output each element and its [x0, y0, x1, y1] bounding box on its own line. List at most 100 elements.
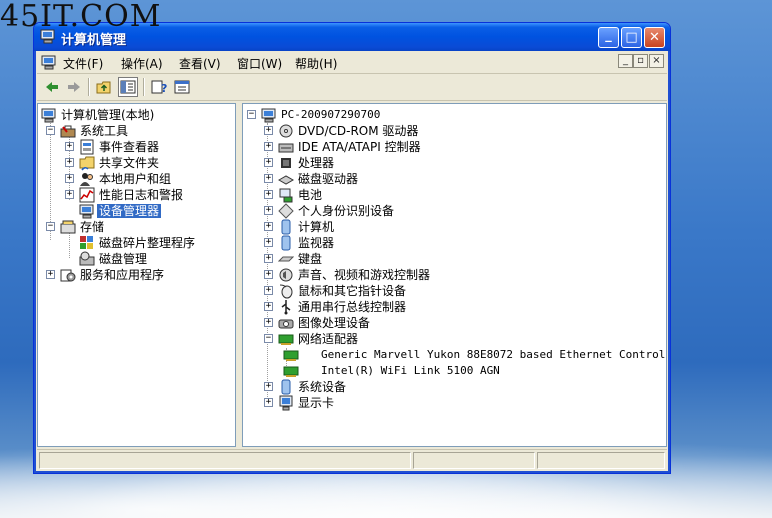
close-button[interactable]: ✕: [644, 27, 665, 48]
expand-toggle[interactable]: +: [65, 142, 74, 151]
tree-label: 显示卡: [298, 396, 335, 410]
tree-label: 计算机: [298, 220, 335, 234]
tree-label: 网络适配器: [298, 332, 359, 346]
computer-management-window: 计算机管理 _ □ ✕ 文件(F) 操作(A) 查看(V) 窗口(W) 帮助(H…: [33, 22, 671, 474]
tree-label: 服务和应用程序: [80, 268, 165, 282]
up-folder-icon[interactable]: [95, 78, 113, 96]
sound-icon: [279, 268, 293, 282]
tree-label: 电池: [298, 188, 323, 202]
computer-category-icon: [281, 219, 291, 235]
display-adapter-icon: [279, 395, 293, 411]
menu-window[interactable]: 窗口(W): [237, 55, 282, 72]
system-devices-icon: [281, 379, 291, 395]
tree-label: 存储: [80, 220, 105, 234]
tree-line: [69, 232, 70, 258]
collapse-toggle[interactable]: −: [46, 126, 55, 135]
menu-bar: 文件(F) 操作(A) 查看(V) 窗口(W) 帮助(H) _ ▫ ×: [37, 51, 667, 74]
network-card-icon: [283, 350, 299, 361]
expand-toggle[interactable]: +: [264, 126, 273, 135]
tree-label: 计算机管理(本地): [61, 108, 155, 122]
menu-view[interactable]: 查看(V): [179, 55, 221, 72]
toolbar-separator: [88, 78, 90, 96]
maximize-button[interactable]: □: [621, 27, 642, 48]
expand-toggle[interactable]: +: [264, 190, 273, 199]
expand-toggle[interactable]: +: [264, 158, 273, 167]
status-cell: [413, 452, 535, 469]
defrag-icon: [80, 236, 93, 249]
keyboard-icon: [278, 256, 294, 262]
imaging-device-icon: [278, 319, 294, 329]
svg-text:?: ?: [161, 82, 167, 95]
shared-folder-icon: [79, 156, 95, 171]
tree-label: 键盘: [298, 252, 323, 266]
minimize-icon: _: [605, 28, 612, 43]
performance-icon: [79, 187, 95, 203]
tree-label: 事件查看器: [99, 140, 160, 154]
status-cell: [39, 452, 411, 469]
tree-label: 系统工具: [80, 124, 129, 138]
ide-controller-icon: [278, 143, 294, 153]
expand-toggle[interactable]: +: [264, 254, 273, 263]
users-icon: [80, 173, 93, 186]
tree-label: IDE ATA/ATAPI 控制器: [298, 140, 421, 154]
watermark: 45IT.COM: [0, 0, 162, 34]
event-viewer-icon: [80, 139, 94, 155]
tree-label: 共享文件夹: [99, 156, 160, 170]
tree-label: 声音、视频和游戏控制器: [298, 268, 431, 282]
device-tree-pane[interactable]: − PC-200907290700 + DVD/CD-ROM 驱动器 + IDE AT…: [242, 103, 667, 447]
battery-icon: [279, 188, 293, 203]
toolbar-separator: [143, 78, 145, 96]
expand-toggle[interactable]: +: [65, 158, 74, 167]
expand-toggle[interactable]: +: [65, 174, 74, 183]
expand-toggle[interactable]: +: [264, 398, 273, 407]
menu-help[interactable]: 帮助(H): [295, 55, 337, 72]
expand-toggle[interactable]: +: [264, 270, 273, 279]
forward-icon[interactable]: [65, 78, 83, 96]
console-tree-pane[interactable]: 计算机管理(本地) − 系统工具 + 事件查看器 + 共享文件夹 + 本地用户和…: [37, 103, 236, 447]
minimize-button[interactable]: _: [598, 27, 619, 48]
status-bar: [37, 449, 667, 470]
collapse-toggle[interactable]: −: [247, 110, 256, 119]
usb-icon: [281, 300, 291, 315]
dvd-drive-icon: [279, 124, 293, 138]
console-icon: [41, 55, 56, 70]
identity-device-icon: [278, 203, 294, 219]
child-minimize-button[interactable]: _: [618, 54, 633, 68]
maximize-icon: □: [625, 30, 638, 45]
tree-label: 本地用户和组: [99, 172, 172, 186]
disk-management-icon: [79, 251, 95, 266]
computer-icon: [41, 108, 56, 123]
menu-action[interactable]: 操作(A): [121, 55, 163, 72]
tree-label: 鼠标和其它指针设备: [298, 284, 407, 298]
tree-label: 系统设备: [298, 380, 347, 394]
back-icon[interactable]: [43, 78, 61, 96]
collapse-toggle[interactable]: −: [264, 334, 273, 343]
expand-toggle[interactable]: +: [264, 142, 273, 151]
tree-label: 磁盘驱动器: [298, 172, 359, 186]
expand-toggle[interactable]: +: [264, 206, 273, 215]
child-restore-button[interactable]: ▫: [633, 54, 648, 68]
tree-label: 监视器: [298, 236, 335, 250]
tree-label: 处理器: [298, 156, 335, 170]
show-hide-tree-icon[interactable]: [118, 77, 138, 97]
tree-label: 磁盘碎片整理程序: [99, 236, 196, 250]
tree-label: 图像处理设备: [298, 316, 371, 330]
expand-toggle[interactable]: +: [264, 286, 273, 295]
expand-toggle[interactable]: +: [46, 270, 55, 279]
tree-label: PC-200907290700: [281, 108, 381, 121]
status-cell: [537, 452, 665, 469]
expand-toggle[interactable]: +: [264, 318, 273, 327]
properties-icon[interactable]: [173, 78, 191, 96]
help-icon[interactable]: ?: [150, 78, 168, 96]
expand-toggle[interactable]: +: [264, 222, 273, 231]
expand-toggle[interactable]: +: [264, 174, 273, 183]
expand-toggle[interactable]: +: [264, 302, 273, 311]
collapse-toggle[interactable]: −: [46, 222, 55, 231]
expand-toggle[interactable]: +: [264, 238, 273, 247]
close-icon: ✕: [649, 30, 660, 45]
expand-toggle[interactable]: +: [264, 382, 273, 391]
services-icon: [60, 269, 76, 282]
menu-file[interactable]: 文件(F): [63, 55, 103, 72]
child-close-button[interactable]: ×: [649, 54, 664, 68]
expand-toggle[interactable]: +: [65, 190, 74, 199]
